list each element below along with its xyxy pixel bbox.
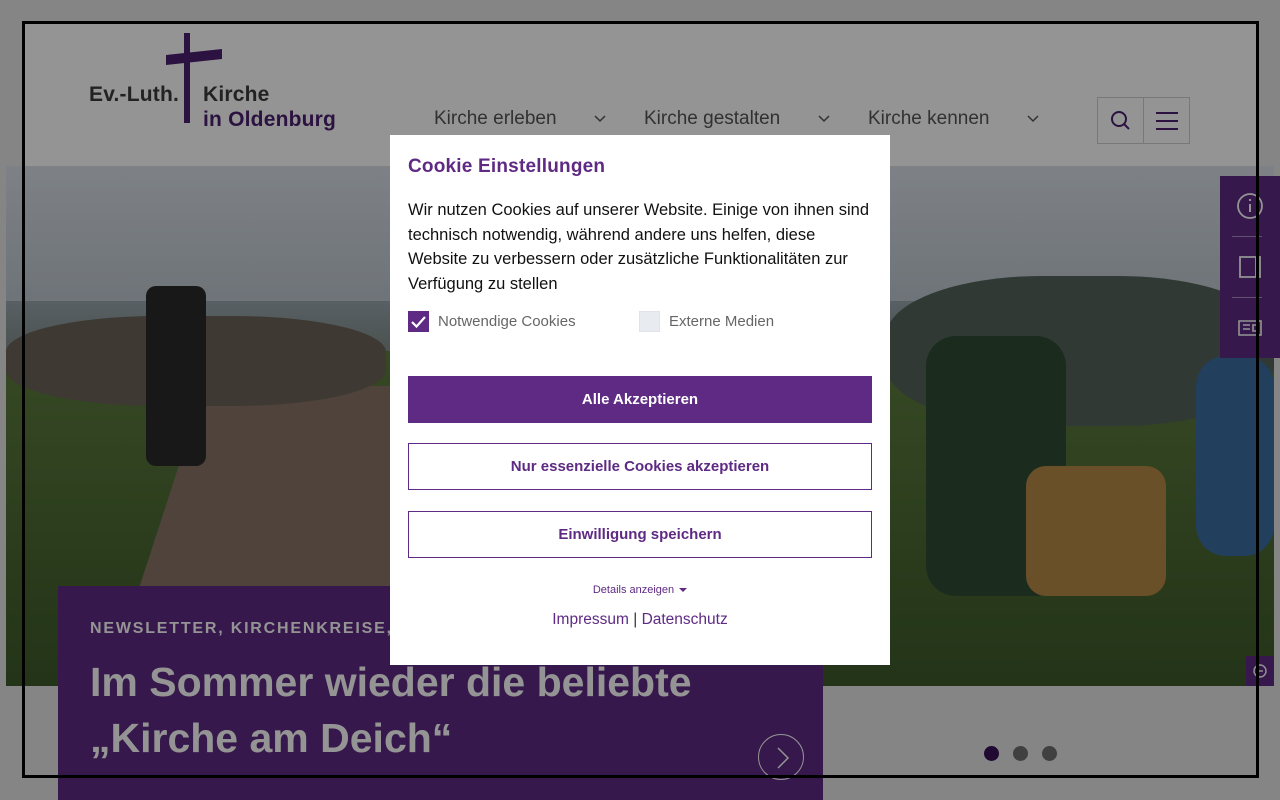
legal-links: Impressum | Datenschutz	[390, 611, 890, 629]
accept-all-button[interactable]: Alle Akzeptieren	[408, 376, 872, 423]
save-consent-button[interactable]: Einwilligung speichern	[408, 511, 872, 558]
cookie-title: Cookie Einstellungen	[408, 156, 606, 177]
link-separator: |	[633, 611, 638, 628]
page: Ev.-Luth. Kirche in Oldenburg Kirche erl…	[0, 0, 1280, 800]
details-label[interactable]: Details anzeigen	[593, 584, 674, 596]
checkbox-label-necessary[interactable]: Notwendige Cookies	[438, 313, 576, 330]
details-toggle[interactable]: Details anzeigen	[390, 584, 890, 596]
cookie-description: Wir nutzen Cookies auf unserer Website. …	[408, 201, 870, 293]
datenschutz-link[interactable]: Datenschutz	[642, 611, 728, 628]
checkmark-icon	[411, 316, 426, 329]
caret-down-icon	[679, 588, 688, 593]
accept-essential-button[interactable]: Nur essenzielle Cookies akzeptieren	[408, 443, 872, 490]
checkbox-necessary-cookies[interactable]	[408, 311, 429, 332]
checkbox-label-external[interactable]: Externe Medien	[669, 313, 774, 330]
cookie-dialog: Cookie Einstellungen Wir nutzen Cookies …	[390, 135, 890, 665]
checkbox-external-media[interactable]	[639, 311, 660, 332]
impressum-link[interactable]: Impressum	[552, 611, 629, 628]
